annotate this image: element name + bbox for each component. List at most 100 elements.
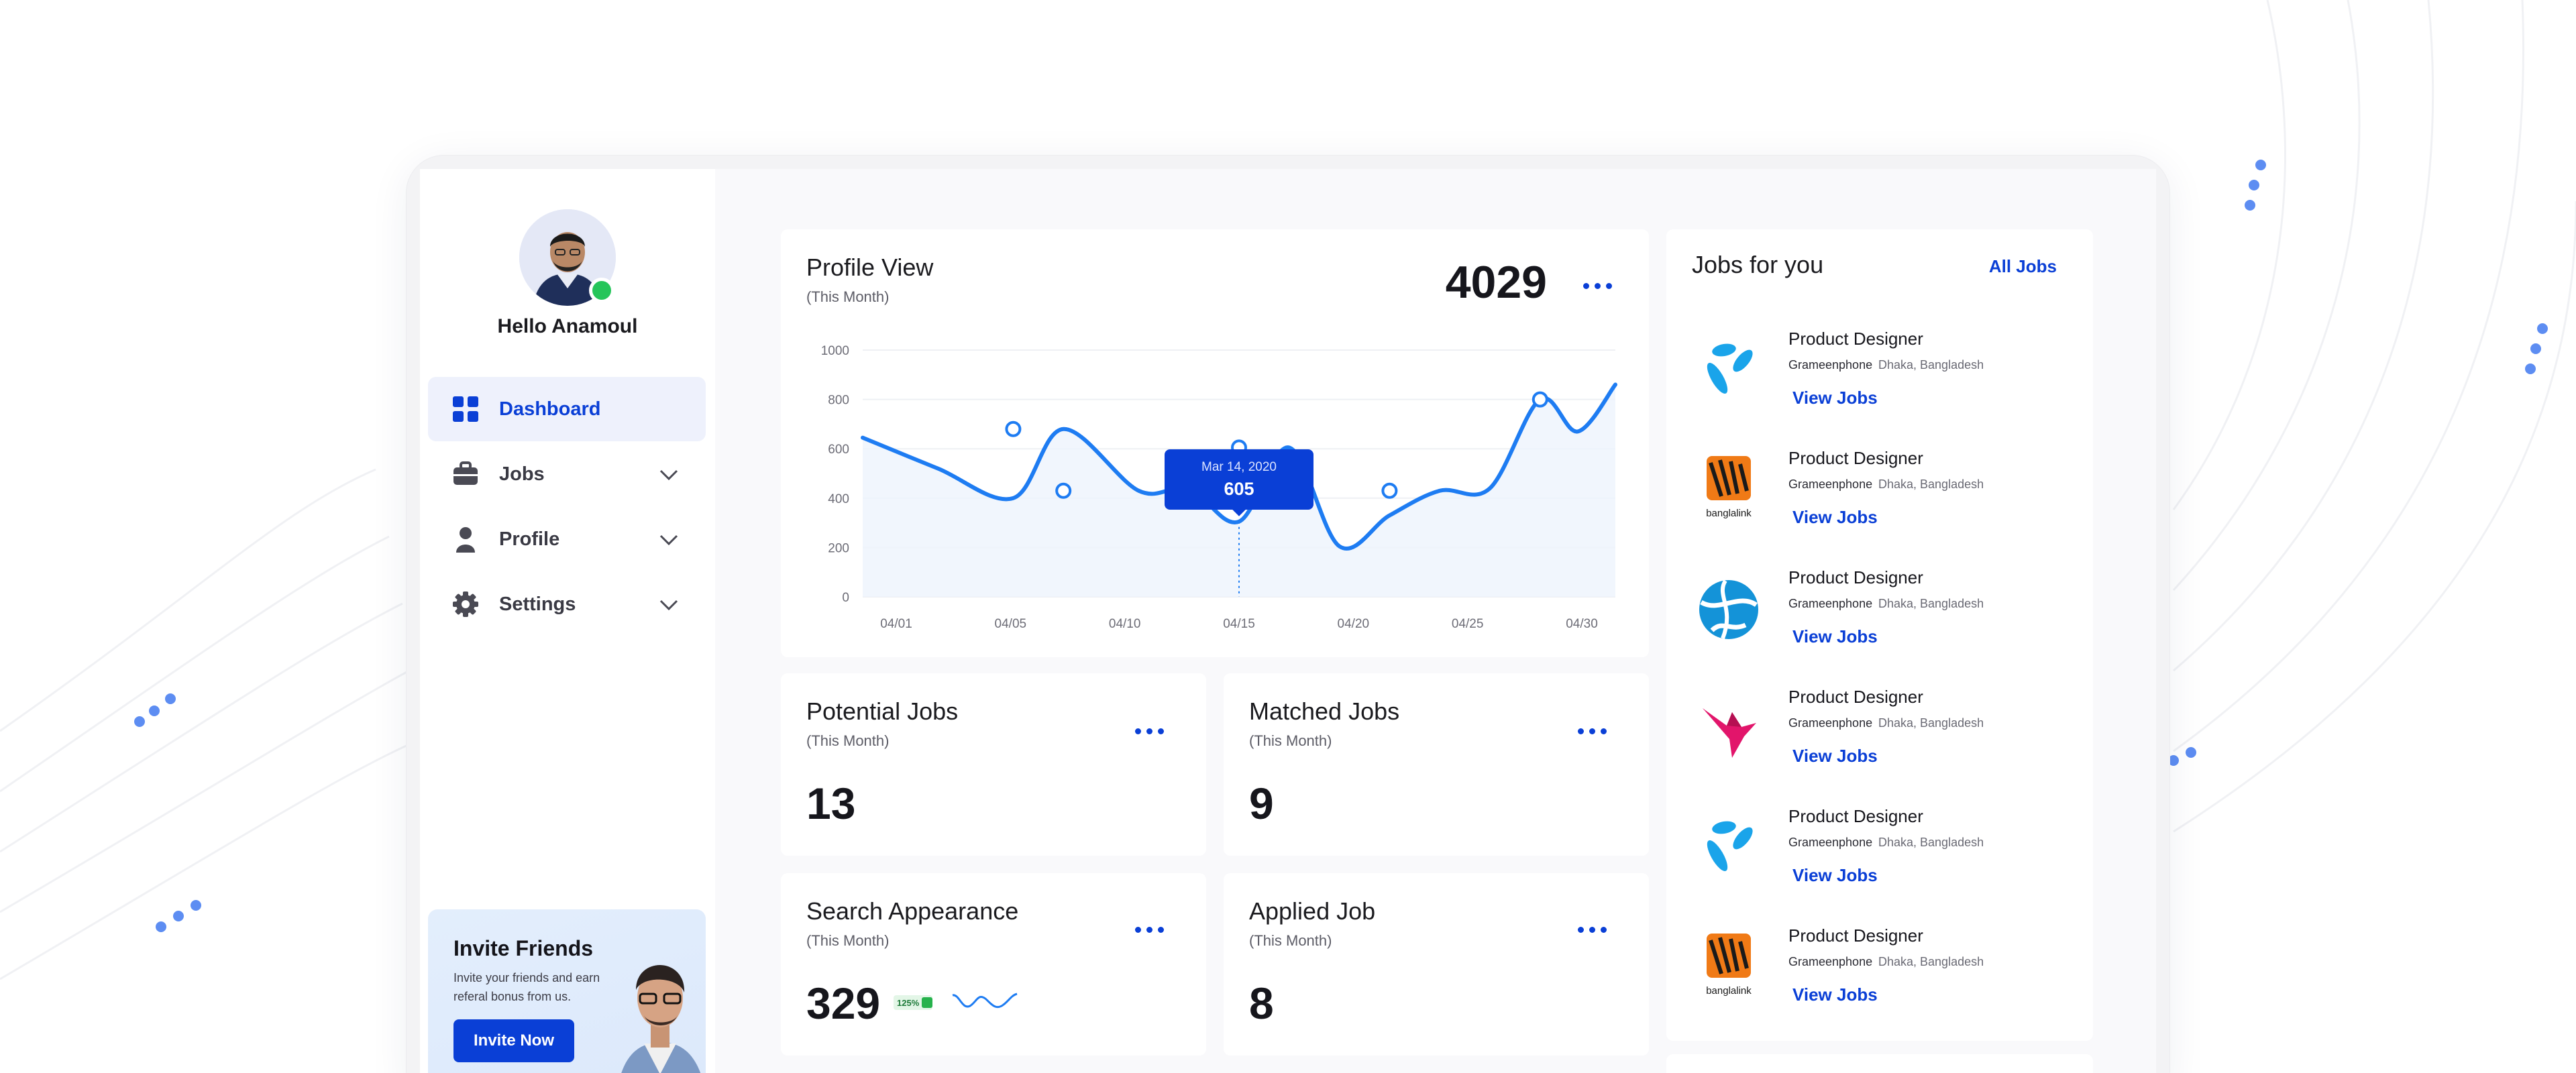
globe-icon	[1699, 579, 1758, 640]
chart-point	[1532, 391, 1548, 408]
logo-text: banglalink	[1706, 508, 1752, 519]
job-title: Product Designer	[1788, 329, 1923, 349]
invite-person-illustration	[621, 964, 701, 1073]
invite-text: Invite your friends and earn referal bon…	[453, 971, 600, 1003]
online-status-dot	[589, 278, 614, 303]
card-title: Matched Jobs	[1249, 697, 1400, 725]
chart-tooltip: Mar 14, 2020 605	[1165, 449, 1313, 510]
stat-value: 8	[1249, 978, 1274, 1028]
job-company: Grameenphone	[1788, 716, 1873, 730]
job-company: Grameenphone	[1788, 955, 1873, 968]
next-card-partial	[1666, 1054, 2093, 1073]
x-tick-label: 04/05	[995, 617, 1027, 631]
profile-view-card: Profile View (This Month) 4029 1000 800 60…	[781, 229, 1649, 657]
growth-badge-label: 125%	[897, 997, 920, 1008]
card-title: Search Appearance	[806, 897, 1019, 925]
y-tick-label: 400	[828, 492, 849, 506]
jobs-title: Jobs for you	[1692, 251, 1824, 278]
arrow-up-icon	[922, 997, 932, 1008]
app-screen: Hello Anamoul Dashboard Jobs Profile Set…	[420, 169, 2156, 1073]
job-location: Dhaka, Bangladesh	[1878, 836, 1984, 849]
y-tick-label: 600	[828, 443, 849, 457]
user-greeting: Hello Anamoul	[497, 315, 638, 337]
briefcase-icon	[452, 461, 479, 488]
sidebar-item-jobs[interactable]: Jobs	[428, 442, 706, 506]
view-jobs-link[interactable]: View Jobs	[1792, 626, 1878, 647]
growth-badge: 125%	[894, 995, 932, 1010]
sidebar-item-label: Jobs	[499, 463, 545, 485]
invite-title: Invite Friends	[453, 936, 594, 960]
stat-value: 329	[806, 978, 881, 1028]
card-subtitle: (This Month)	[1249, 732, 1332, 749]
view-jobs-link[interactable]: View Jobs	[1792, 507, 1878, 528]
sidebar-item-label: Dashboard	[499, 398, 601, 420]
tooltip-value: 605	[1224, 478, 1254, 499]
view-jobs-link[interactable]: View Jobs	[1792, 388, 1878, 408]
y-tick-label: 200	[828, 541, 849, 555]
sidebar-item-dashboard[interactable]: Dashboard	[428, 377, 706, 441]
job-item: Product Designer Grameenphone Dhaka, Ban…	[1692, 806, 2068, 907]
job-title: Product Designer	[1788, 806, 1923, 826]
card-title: Potential Jobs	[806, 697, 959, 725]
x-tick-label: 04/01	[880, 617, 912, 631]
telenor-icon	[1707, 343, 1753, 394]
chevron-down-icon[interactable]	[659, 530, 679, 550]
y-tick-label: 0	[842, 591, 849, 605]
job-item: Product Designer Grameenphone Dhaka, Ban…	[1692, 567, 2068, 668]
invite-now-button[interactable]: Invite Now	[453, 1019, 574, 1062]
potential-jobs-card: Potential Jobs (This Month) 13	[781, 673, 1206, 856]
card-subtitle: (This Month)	[806, 732, 890, 749]
sidebar-item-label: Settings	[499, 593, 576, 615]
sidebar-item-settings[interactable]: Settings	[428, 572, 706, 636]
banglalink-icon: banglalink	[1706, 934, 1752, 997]
card-subtitle: (This Month)	[806, 932, 890, 949]
job-company: Grameenphone	[1788, 358, 1873, 372]
view-jobs-link[interactable]: View Jobs	[1792, 984, 1878, 1005]
logo-text: banglalink	[1706, 985, 1752, 997]
card-title: Applied Job	[1249, 897, 1376, 925]
page-stage: Hello Anamoul Dashboard Jobs Profile Set…	[0, 0, 2576, 1073]
all-jobs-link[interactable]: All Jobs	[1989, 256, 2057, 277]
telenor-icon	[1707, 821, 1753, 871]
x-tick-label: 04/15	[1223, 617, 1255, 631]
card-subtitle: (This Month)	[1249, 932, 1332, 949]
job-item: Product Designer Grameenphone Dhaka, Ban…	[1692, 687, 2068, 787]
y-tick-label: 800	[828, 394, 849, 408]
sparkline	[952, 993, 1018, 1009]
job-title: Product Designer	[1788, 687, 1923, 707]
view-jobs-link[interactable]: View Jobs	[1792, 865, 1878, 886]
bird-icon	[1703, 708, 1756, 758]
job-item: banglalink Product Designer Grameenphone…	[1692, 448, 2068, 549]
banglalink-icon: banglalink	[1706, 456, 1752, 519]
profile-view-chart: 1000 800 600 400 200 0 04/01 04/05 04/10 04/15 04/…	[821, 344, 1617, 631]
invite-card: Invite Friends Invite your friends and e…	[428, 909, 706, 1073]
job-item: banglalink Product Designer Grameenphone…	[1692, 925, 2068, 1026]
stat-value: 13	[806, 779, 856, 828]
chart-point	[1055, 482, 1072, 499]
chevron-down-icon[interactable]	[659, 465, 679, 485]
x-tick-label: 04/25	[1452, 617, 1484, 631]
more-menu-icon[interactable]	[1135, 927, 1165, 935]
jobs-for-you-card: Jobs for you All Jobs Product Designer G…	[1666, 229, 2093, 1041]
job-title: Product Designer	[1788, 925, 1923, 946]
job-title: Product Designer	[1788, 448, 1923, 468]
chevron-down-icon[interactable]	[659, 595, 679, 615]
job-location: Dhaka, Bangladesh	[1878, 358, 1984, 372]
view-jobs-link[interactable]: View Jobs	[1792, 746, 1878, 767]
job-title: Product Designer	[1788, 567, 1923, 587]
matched-jobs-card: Matched Jobs (This Month) 9	[1224, 673, 1649, 856]
more-menu-icon[interactable]	[1135, 728, 1165, 736]
job-item: Product Designer Grameenphone Dhaka, Ban…	[1692, 329, 2068, 429]
y-tick-label: 1000	[821, 344, 849, 358]
stat-value: 9	[1249, 779, 1274, 828]
sidebar: Hello Anamoul Dashboard Jobs Profile Set…	[420, 169, 715, 1073]
job-location: Dhaka, Bangladesh	[1878, 477, 1984, 491]
more-menu-icon[interactable]	[1578, 728, 1607, 736]
x-tick-label: 04/10	[1109, 617, 1141, 631]
job-location: Dhaka, Bangladesh	[1878, 716, 1984, 730]
more-menu-icon[interactable]	[1578, 927, 1607, 935]
sidebar-item-profile[interactable]: Profile	[428, 507, 706, 571]
tooltip-date: Mar 14, 2020	[1201, 459, 1277, 474]
job-location: Dhaka, Bangladesh	[1878, 955, 1984, 968]
search-appearance-card: Search Appearance (This Month) 329 125%	[781, 873, 1206, 1056]
